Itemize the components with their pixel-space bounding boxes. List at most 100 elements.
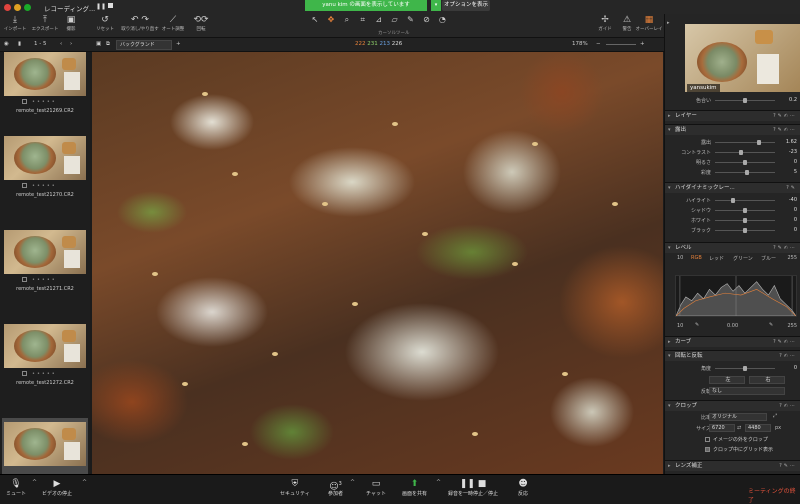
next-icon[interactable]: ›: [70, 41, 72, 47]
background-select[interactable]: バックグランド: [116, 40, 172, 50]
hdr-section-header[interactable]: ▾ ハイダイナミックレー... ?✎: [665, 182, 800, 193]
participants-button[interactable]: ☺3 参加者: [328, 478, 343, 497]
flip-select[interactable]: なし: [709, 387, 785, 395]
filmstrip-item[interactable]: ••••• remote_test21272.CR2: [2, 324, 88, 417]
eyedropper-black-icon[interactable]: ✎: [695, 322, 699, 328]
minimize-window-icon[interactable]: [14, 4, 21, 11]
slider-knob[interactable]: [739, 150, 743, 155]
swap-icon[interactable]: ⇄: [737, 425, 741, 431]
tab-green[interactable]: グリーン: [733, 255, 753, 262]
tab-red[interactable]: レッド: [709, 255, 724, 262]
rotate-right-button[interactable]: 右: [749, 376, 785, 384]
keystone-tool-icon[interactable]: ▱: [388, 15, 402, 24]
security-button[interactable]: ⛨ セキュリティ: [280, 478, 310, 497]
filmstrip-item[interactable]: ••••• remote_test21270.CR2: [2, 136, 88, 229]
rating-dots[interactable]: •••••: [32, 277, 57, 283]
filmstrip-item-selected[interactable]: [2, 418, 88, 474]
exposure-section-header[interactable]: ▾ 露出 ?✎✍⋯: [665, 124, 800, 135]
slider-knob[interactable]: [743, 208, 747, 213]
chevron-down-icon[interactable]: ▾: [431, 0, 441, 11]
stop-icon[interactable]: [108, 3, 113, 8]
screen-share-banner[interactable]: yanu kim の画面を表示しています: [305, 0, 427, 11]
stop-video-button[interactable]: ▶ ビデオの停止: [42, 478, 72, 497]
select-checkbox[interactable]: [22, 183, 27, 188]
select-checkbox[interactable]: [22, 277, 27, 282]
slider-knob[interactable]: [743, 366, 747, 371]
pan-tool-icon[interactable]: ✥: [324, 15, 338, 24]
crop-ratio-select[interactable]: オリジナル: [709, 413, 767, 421]
slider-knob[interactable]: [745, 170, 749, 175]
curve-section-header[interactable]: ▸ カーブ ?✎✍⋯: [665, 336, 800, 347]
eye-icon[interactable]: ◉: [4, 41, 9, 47]
straighten-tool-icon[interactable]: ⊿: [372, 15, 386, 24]
levels-histogram[interactable]: [675, 275, 797, 317]
import-button[interactable]: ⤓ インポート: [0, 14, 30, 32]
close-window-icon[interactable]: [4, 4, 11, 11]
crop-grid-checkbox[interactable]: クロップ中にグリッド表示: [705, 446, 773, 453]
zoom-tool-icon[interactable]: ⌕: [340, 15, 354, 25]
zoom-slider[interactable]: [606, 44, 636, 45]
slider-knob[interactable]: [731, 198, 735, 203]
slider-knob[interactable]: [757, 140, 761, 145]
section-tools-icon[interactable]: ?✎✍⋯: [773, 111, 797, 121]
zoom-level[interactable]: 178%: [572, 41, 588, 47]
share-screen-button[interactable]: ⬆ 画面を共有: [402, 478, 427, 497]
capture-button[interactable]: ▣ 撮影: [56, 14, 86, 32]
view-toggle-icon[interactable]: ▮: [18, 41, 21, 47]
rotate-left-button[interactable]: 左: [709, 376, 745, 384]
eyedropper-tool-icon[interactable]: ⊘: [419, 15, 433, 24]
chevron-up-icon[interactable]: ^: [82, 479, 87, 486]
slider-knob[interactable]: [743, 160, 747, 165]
section-tools-icon[interactable]: ?✎⋯: [779, 461, 797, 471]
crop-rotate-icon[interactable]: ⤢: [773, 413, 777, 419]
tint-value[interactable]: 0.2: [789, 97, 797, 103]
tint-slider-knob[interactable]: [743, 98, 747, 103]
undo-redo-button[interactable]: ↶ ↷ 取り消し/やり直す: [118, 14, 162, 32]
maximize-window-icon[interactable]: [24, 4, 31, 11]
select-checkbox[interactable]: [22, 99, 27, 104]
panel-tab-icon[interactable]: ▸: [667, 20, 683, 26]
zoom-in-icon[interactable]: +: [640, 41, 645, 47]
pointer-tool-icon[interactable]: ↖: [308, 15, 322, 24]
reactions-button[interactable]: ☻ 反応: [518, 478, 528, 497]
zoom-out-icon[interactable]: −: [596, 41, 601, 47]
recording-button[interactable]: ❚❚ ■ 録音を一時停止／停止: [448, 478, 498, 497]
crop-tool-icon[interactable]: ⌗: [356, 15, 370, 25]
slider-track[interactable]: [715, 152, 775, 153]
section-tools-icon[interactable]: ?✍⋯: [779, 401, 797, 411]
slider-knob[interactable]: [743, 218, 747, 223]
section-tools-icon[interactable]: ?✎✍⋯: [773, 125, 797, 135]
prev-icon[interactable]: ‹: [60, 41, 62, 47]
crop-height-input[interactable]: 4480: [745, 424, 771, 432]
rotation-section-header[interactable]: ▾ 回転と反転 ?✍⋯: [665, 350, 800, 361]
rating-dots[interactable]: •••••: [32, 371, 57, 377]
chat-button[interactable]: ▭ チャット: [366, 478, 386, 497]
reset-button[interactable]: ↺ リセット: [90, 14, 120, 32]
auto-adjust-button[interactable]: ⟋ オート調整: [158, 14, 188, 32]
layer-section-header[interactable]: ▸ レイヤー ?✎✍⋯: [665, 110, 800, 121]
chevron-up-icon[interactable]: ^: [32, 479, 37, 486]
filmstrip-item[interactable]: ••••• remote_test21271.CR2: [2, 230, 88, 323]
overlay-button[interactable]: ▦ オーバーレイ: [634, 14, 664, 32]
rating-dots[interactable]: •••••: [32, 99, 57, 105]
crop-width-input[interactable]: 6720: [709, 424, 735, 432]
show-options-button[interactable]: オプションを表示: [442, 0, 490, 11]
mute-button[interactable]: 🎙 ミュート: [6, 478, 26, 497]
chevron-up-icon[interactable]: ^: [350, 479, 355, 486]
video-preview[interactable]: [685, 24, 800, 92]
section-tools-icon[interactable]: ?✎✍⋯: [773, 337, 797, 347]
brush-tool-icon[interactable]: ✎: [404, 15, 418, 24]
crop-section-header[interactable]: ▾ クロップ ?✍⋯: [665, 400, 800, 411]
filmstrip-item[interactable]: ••••• remote_test21269.CR2: [2, 52, 88, 145]
picker-tool-icon[interactable]: ◔: [435, 15, 449, 24]
section-tools-icon[interactable]: ?✎: [786, 183, 797, 193]
tab-blue[interactable]: ブルー: [761, 255, 776, 262]
slider-track[interactable]: [715, 200, 775, 201]
slider-knob[interactable]: [743, 228, 747, 233]
chevron-up-icon[interactable]: ^: [436, 479, 441, 486]
rating-dots[interactable]: •••••: [32, 183, 57, 189]
add-icon[interactable]: +: [176, 41, 181, 47]
section-tools-icon[interactable]: ?✍⋯: [779, 351, 797, 361]
lens-section-header[interactable]: ▸ レンズ補正 ?✎⋯: [665, 460, 800, 471]
multi-view-icon[interactable]: ⧉: [106, 41, 110, 48]
